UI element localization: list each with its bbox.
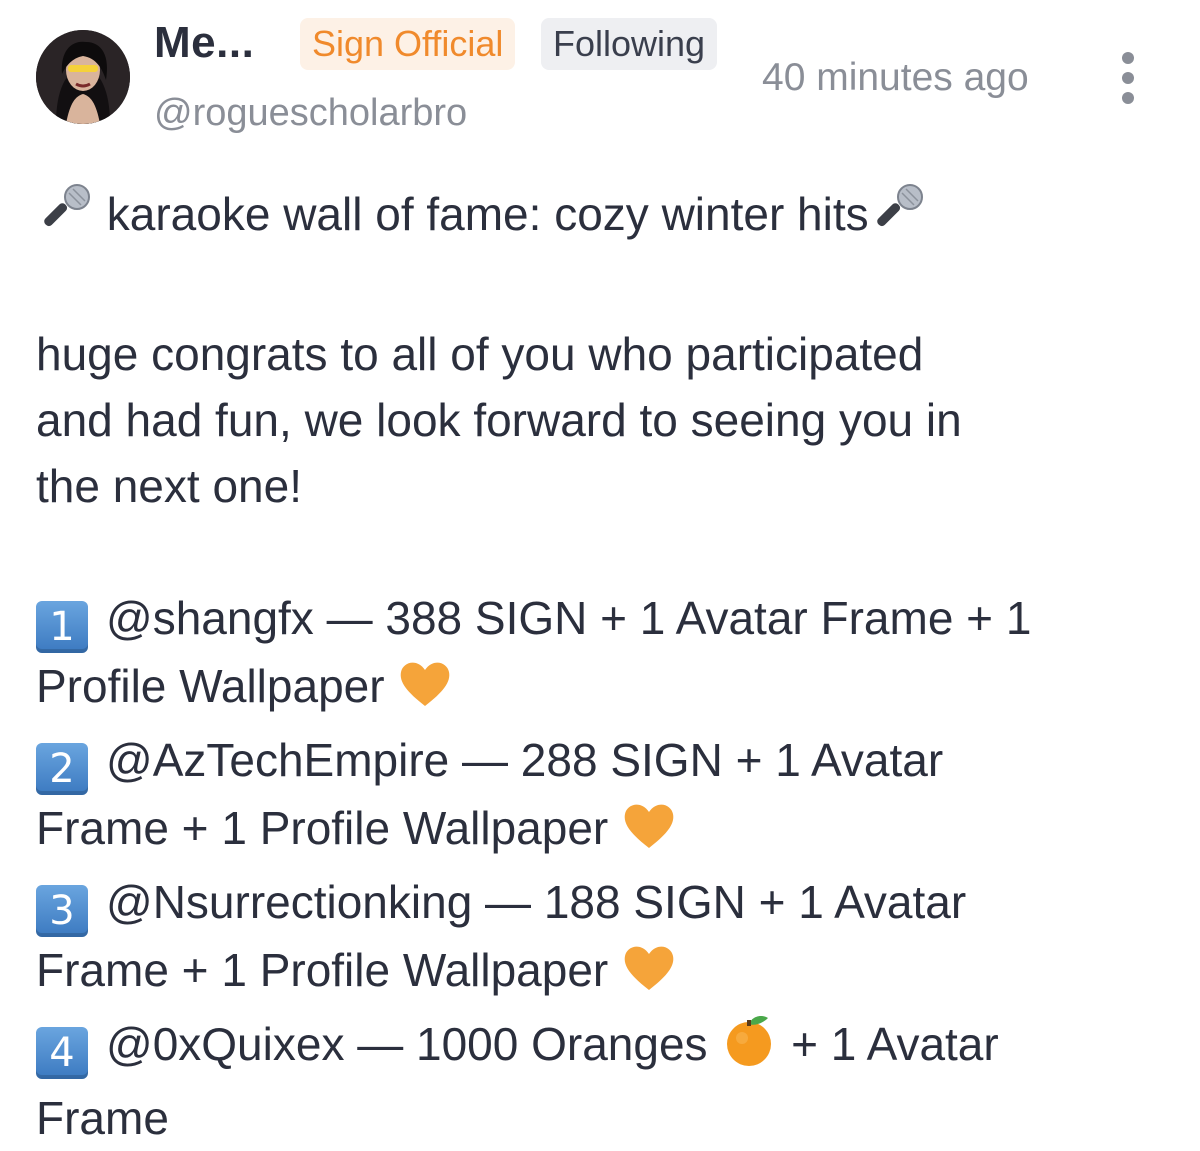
winner-text: @0xQuixex — 1000 Oranges <box>106 1018 708 1070</box>
post-timestamp: 40 minutes ago <box>762 56 1029 99</box>
winner-text: Profile Wallpaper <box>36 660 385 712</box>
winner-entry-4-cont: Frame <box>36 1085 1176 1151</box>
body-text-line: huge congrats to all of you who particip… <box>36 328 924 380</box>
body-text-line: and had fun, we look forward to seeing y… <box>36 394 962 446</box>
winner-text: Frame + 1 Profile Wallpaper <box>36 802 609 854</box>
microphone-icon <box>36 180 94 255</box>
keycap-4-icon: 4 <box>36 1027 88 1079</box>
winner-text: Frame <box>36 1092 169 1144</box>
winner-text: @Nsurrectionking — 188 SIGN + 1 Avatar <box>106 876 967 928</box>
winner-text: Frame + 1 Profile Wallpaper <box>36 944 609 996</box>
microphone-icon <box>869 180 927 255</box>
official-badge: Sign Official <box>300 18 516 70</box>
post-header: Me... Sign Official Following @roguescho… <box>0 0 1200 160</box>
winner-text: + 1 Avatar <box>791 1018 999 1070</box>
orange-heart-icon <box>621 800 677 869</box>
avatar-image <box>36 30 130 124</box>
author-handle[interactable]: @roguescholarbro <box>154 92 467 135</box>
body-text-line: the next one! <box>36 460 302 512</box>
author-display-name[interactable]: Me... <box>154 18 254 68</box>
post-title-line: karaoke wall of fame: cozy winter hits <box>36 180 1176 255</box>
tangerine-icon <box>720 1012 778 1085</box>
winner-entry-4: 4 @0xQuixex — 1000 Oranges + 1 Avatar <box>36 1011 1176 1085</box>
post-title: karaoke wall of fame: cozy winter hits <box>106 188 869 240</box>
orange-heart-icon <box>397 658 453 727</box>
keycap-1-icon: 1 <box>36 601 88 653</box>
winner-entry-1-cont: Profile Wallpaper <box>36 653 1176 727</box>
winner-entry-3-cont: Frame + 1 Profile Wallpaper <box>36 937 1176 1011</box>
orange-heart-icon <box>621 942 677 1011</box>
winner-entry-1: 1 @shangfx — 388 SIGN + 1 Avatar Frame + … <box>36 585 1176 653</box>
avatar[interactable] <box>36 30 130 124</box>
more-vertical-icon[interactable] <box>1110 48 1146 108</box>
keycap-3-icon: 3 <box>36 885 88 937</box>
winner-entry-2: 2 @AzTechEmpire — 288 SIGN + 1 Avatar <box>36 727 1176 795</box>
following-button[interactable]: Following <box>541 18 718 70</box>
winner-text: @shangfx — 388 SIGN + 1 Avatar Frame + 1 <box>106 592 1032 644</box>
winner-text: @AzTechEmpire — 288 SIGN + 1 Avatar <box>106 734 944 786</box>
winner-entry-3: 3 @Nsurrectionking — 188 SIGN + 1 Avatar <box>36 869 1176 937</box>
winner-entry-2-cont: Frame + 1 Profile Wallpaper <box>36 795 1176 869</box>
post-body: karaoke wall of fame: cozy winter hits h… <box>36 180 1176 1151</box>
keycap-2-icon: 2 <box>36 743 88 795</box>
